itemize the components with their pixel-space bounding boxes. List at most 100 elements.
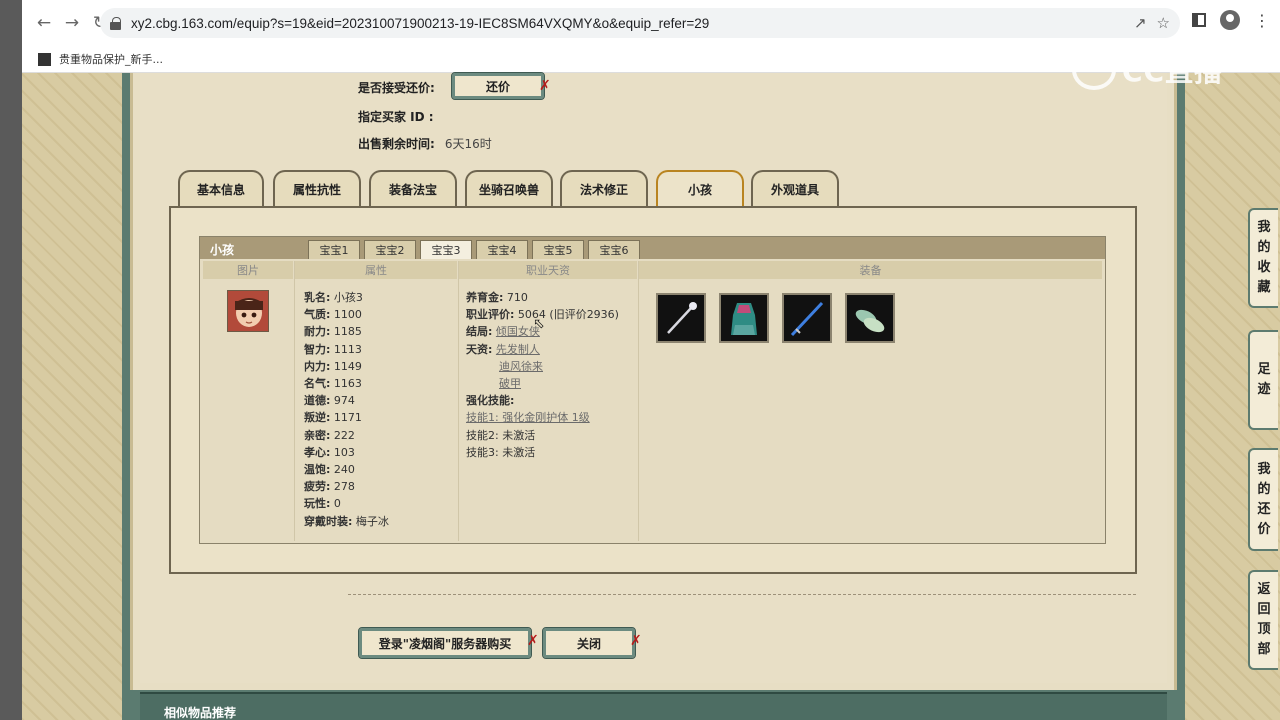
talent-row: 迪风徐来 (466, 358, 619, 375)
column-header-equipment: 装备 (639, 261, 1102, 279)
robe-item-icon[interactable] (719, 293, 769, 343)
attr-row: 孝心: 103 (304, 444, 389, 461)
attr-value: 1163 (333, 377, 362, 391)
related-items-bar (140, 692, 1167, 720)
attr-row: 智力: 1113 (304, 341, 389, 358)
side-tab-char: 回 (1257, 602, 1271, 617)
skill1-row: 技能1: 强化金刚护体 1级 (466, 409, 619, 426)
attr-value: 1171 (333, 411, 362, 425)
subtab-baby-6[interactable]: 宝宝6 (588, 240, 640, 259)
fund-value: 710 (506, 291, 528, 304)
fund-row: 养育金: 710 (466, 289, 619, 306)
tab-basic-info[interactable]: 基本信息 (178, 170, 264, 206)
sword-item-icon[interactable] (782, 293, 832, 343)
talent-link[interactable]: 先发制人 (496, 343, 540, 356)
attr-value: 1100 (333, 308, 362, 322)
fund-label: 养育金: (466, 291, 504, 304)
attr-value: 103 (333, 445, 355, 459)
skill2-row: 技能2: 未激活 (466, 427, 619, 444)
tab-child[interactable]: 小孩 (656, 170, 744, 206)
attr-value: 1185 (333, 325, 362, 339)
rating-label: 职业评价: (466, 308, 515, 322)
time-left-value: 6天16时 (444, 137, 492, 151)
attr-row: 气质: 1100 (304, 306, 389, 323)
stream-watermark: CC直播 (1072, 50, 1223, 90)
attr-row: 内力: 1149 (304, 358, 389, 375)
counter-offer-label: 是否接受还价: (358, 81, 435, 95)
attr-row: 叛逆: 1171 (304, 409, 389, 426)
subtab-baby-1[interactable]: 宝宝1 (308, 240, 360, 259)
boots-item-icon[interactable] (845, 293, 895, 343)
side-my-offers[interactable]: 我 的 还 价 (1248, 448, 1278, 551)
watermark-logo-icon (1072, 50, 1116, 90)
attr-key: 孝心: (304, 445, 331, 459)
tab-appearance[interactable]: 外观道具 (751, 170, 839, 206)
time-left-row: 出售剩余时间: 6天16时 (358, 135, 492, 152)
counter-offer-row: 是否接受还价: (358, 79, 435, 96)
attr-key: 亲密: (304, 428, 331, 442)
child-panel-title: 小孩 (210, 243, 235, 257)
side-footprint[interactable]: 足 迹 (1248, 330, 1278, 430)
side-tab-char: 的 (1257, 481, 1271, 497)
side-tab-char: 迹 (1257, 382, 1271, 397)
share-icon[interactable]: ↗ (1134, 14, 1147, 32)
separator-line (348, 594, 1136, 595)
side-favorites[interactable]: 我 的 收 藏 (1248, 208, 1278, 308)
subtab-baby-5[interactable]: 宝宝5 (532, 240, 584, 259)
counter-offer-button[interactable]: 还价 (451, 72, 545, 100)
side-panel-icon[interactable] (1192, 13, 1206, 27)
attr-row: 玩性: 0 (304, 495, 389, 512)
subtab-baby-2[interactable]: 宝宝2 (364, 240, 416, 259)
buy-button[interactable]: 登录"凌烟阁"服务器购买 (358, 627, 532, 659)
attr-value: 小孩3 (333, 291, 363, 304)
talent-link[interactable]: 破甲 (499, 377, 521, 390)
back-arrow-icon[interactable]: ← (30, 9, 58, 37)
tab-attributes[interactable]: 属性抗性 (273, 170, 361, 206)
skill2-value: 未激活 (502, 428, 536, 442)
watermark-text: CC直播 (1122, 55, 1224, 88)
profile-avatar-icon[interactable] (1220, 10, 1240, 30)
attr-key: 气质: (304, 308, 331, 322)
side-tab-char: 顶 (1257, 622, 1271, 637)
staff-item-icon[interactable] (656, 293, 706, 343)
attr-row: 亲密: 222 (304, 427, 389, 444)
menu-dots-icon[interactable]: ⋮ (1254, 11, 1270, 30)
buyer-id-label: 指定买家 ID : (358, 110, 434, 124)
attr-key: 内力: (304, 359, 331, 373)
attr-key: 乳名: (304, 291, 331, 304)
left-window-strip (0, 0, 22, 720)
attr-row: 温饱: 240 (304, 461, 389, 478)
talent-row: 天资: 先发制人 (466, 341, 619, 358)
talent-link[interactable]: 迪风徐来 (499, 360, 543, 373)
enhance-row: 强化技能: (466, 392, 619, 409)
side-back-top[interactable]: 返 回 顶 部 (1248, 570, 1278, 670)
attr-key: 智力: (304, 342, 331, 356)
attr-value: 278 (333, 480, 355, 494)
enhance-label: 强化技能: (466, 394, 515, 408)
url-text[interactable]: xy2.cbg.163.com/equip?s=19&eid=202310071… (131, 16, 709, 31)
tab-spell-fix[interactable]: 法术修正 (560, 170, 648, 206)
bookmark-item[interactable]: 贵重物品保护_新手... (59, 51, 163, 67)
side-tab-char: 的 (1257, 240, 1271, 255)
attr-key: 穿戴时装: (304, 514, 353, 528)
close-button[interactable]: 关闭 (542, 627, 636, 659)
star-icon[interactable]: ☆ (1157, 14, 1170, 32)
skill3-row: 技能3: 未激活 (466, 444, 619, 461)
forward-arrow-icon[interactable]: → (58, 9, 86, 37)
attr-row: 疲劳: 278 (304, 478, 389, 495)
close-x-icon: ✗ (539, 78, 551, 94)
tab-equipment[interactable]: 装备法宝 (369, 170, 457, 206)
attr-value: 222 (333, 428, 355, 442)
tab-mounts[interactable]: 坐骑召唤兽 (465, 170, 553, 206)
attr-value: 梅子冰 (355, 514, 389, 528)
column-divider (638, 261, 639, 541)
side-tab-char: 价 (1257, 521, 1271, 537)
bookmark-favicon-icon (38, 52, 51, 66)
lock-icon[interactable] (110, 16, 121, 30)
attr-value: 240 (333, 463, 355, 477)
subtab-baby-4[interactable]: 宝宝4 (476, 240, 528, 259)
skill1-link[interactable]: 技能1: 强化金刚护体 1级 (466, 411, 590, 424)
address-bar[interactable]: xy2.cbg.163.com/equip?s=19&eid=202310071… (100, 8, 1180, 38)
subtab-baby-3[interactable]: 宝宝3 (420, 240, 472, 259)
attr-row: 名气: 1163 (304, 375, 389, 392)
